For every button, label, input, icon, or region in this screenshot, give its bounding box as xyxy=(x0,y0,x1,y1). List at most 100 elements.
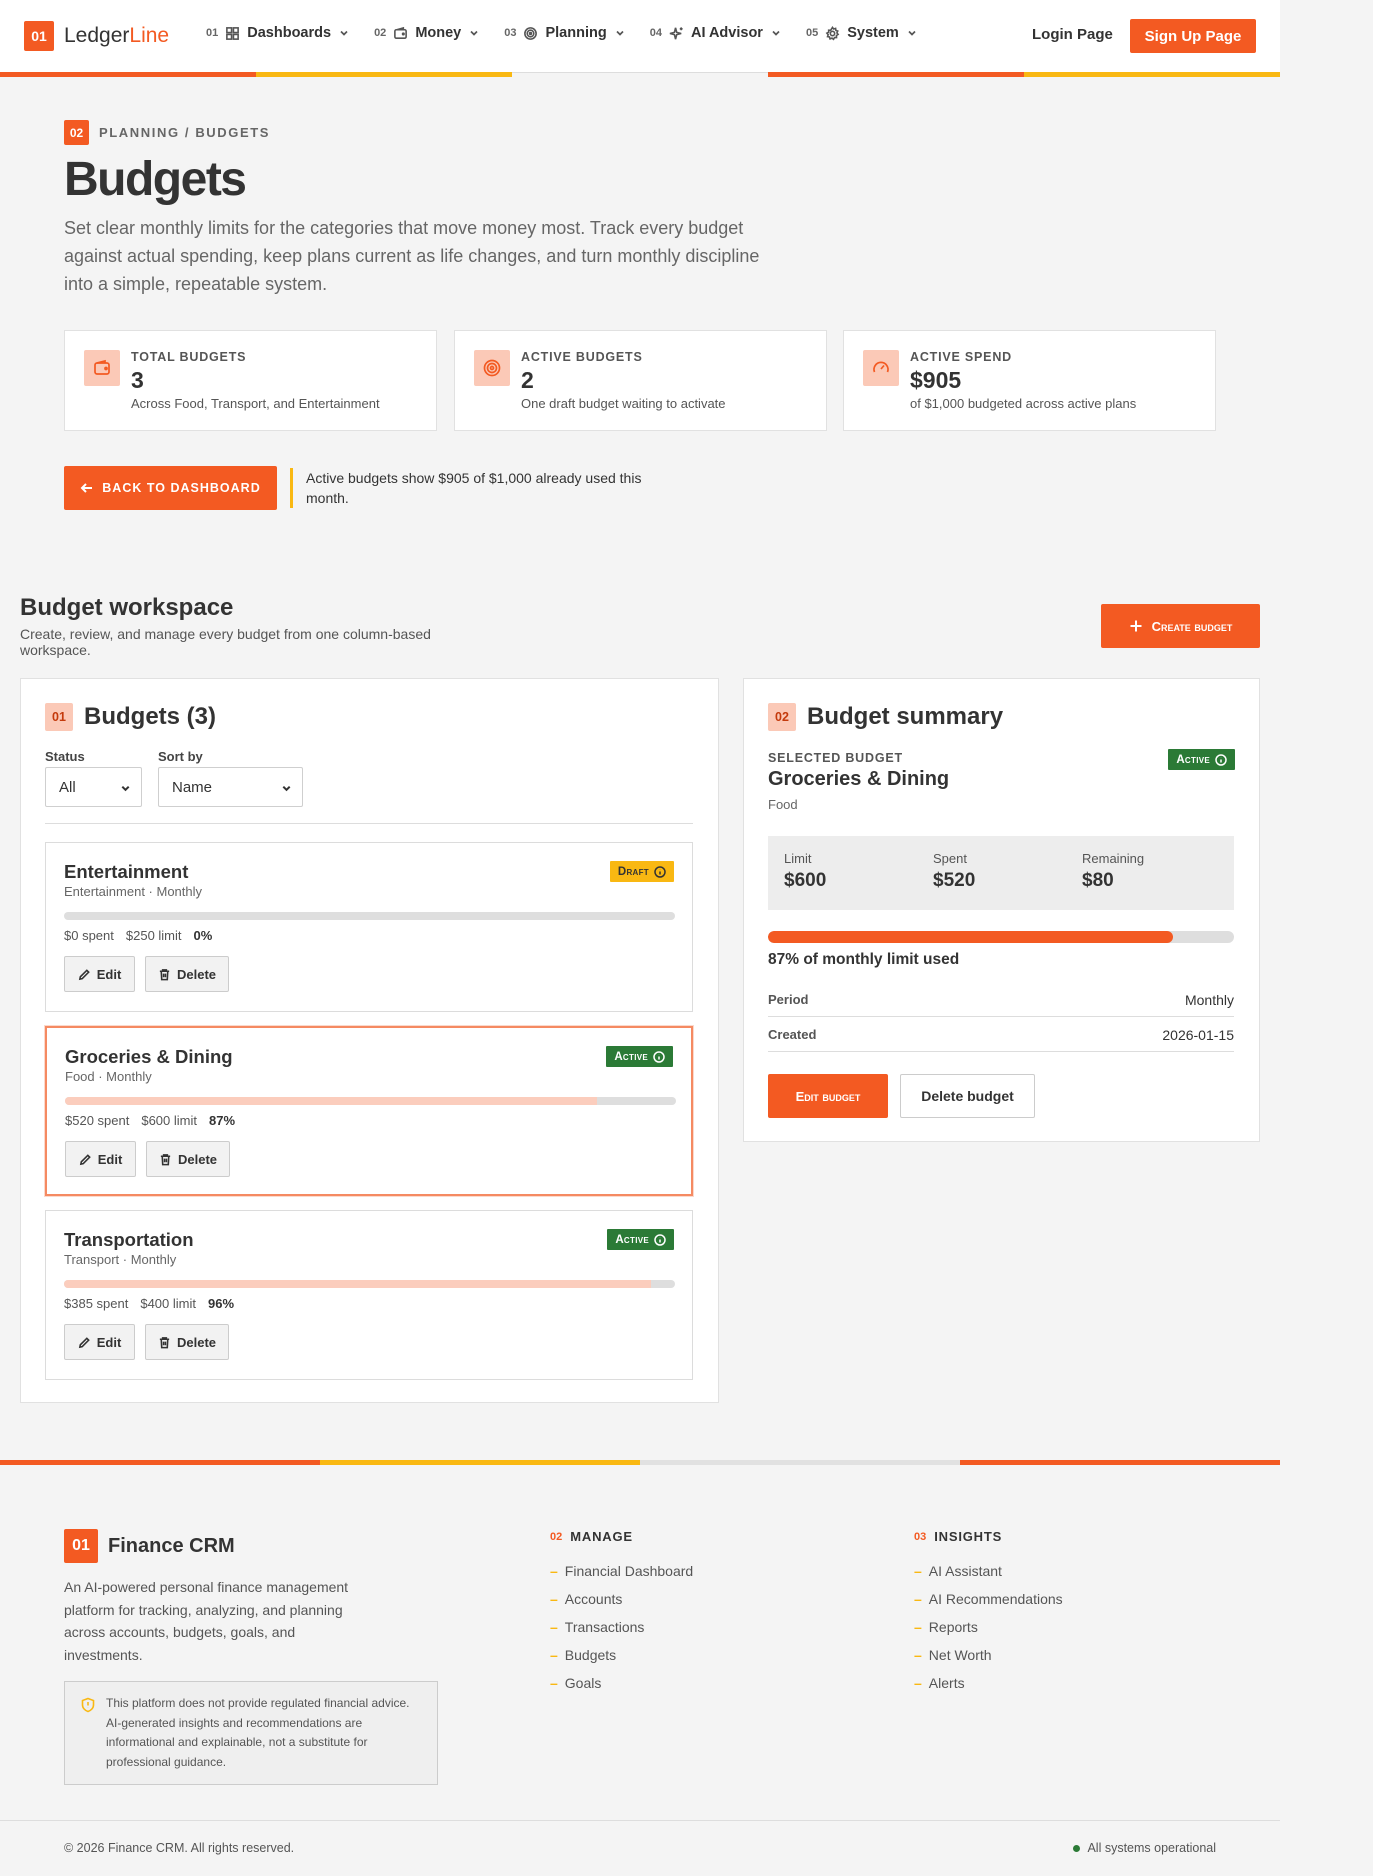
selected-budget-name: Groceries & Dining xyxy=(768,768,950,790)
delete-button[interactable]: Delete xyxy=(146,1141,230,1177)
footer-link-financial-dashboard[interactable]: – Financial Dashboard xyxy=(550,1557,693,1585)
footer-brand-name: Finance CRM xyxy=(108,1534,235,1557)
summary-limit: Limit $600 xyxy=(784,851,827,891)
trash-icon xyxy=(160,1153,171,1165)
budget-summary-panel: 02 Budget summary Active SELECTED BUDGET… xyxy=(743,678,1260,1142)
footer-link-reports[interactable]: – Reports xyxy=(914,1613,1063,1641)
sort-select[interactable]: Name xyxy=(158,767,303,807)
nav-ai-advisor[interactable]: 04 AI Advisor xyxy=(650,25,782,41)
info-icon xyxy=(654,1233,666,1246)
page: 01 LedgerLine 01 Dashboards 02 Money 03 … xyxy=(0,0,1280,1876)
footer-link-accounts[interactable]: – Accounts xyxy=(550,1585,693,1613)
chevron-down-icon xyxy=(772,30,780,36)
footer-insights-links: – AI Assistant – AI Recommendations – Repor… xyxy=(914,1557,1063,1697)
pencil-icon xyxy=(78,968,90,980)
selected-budget-category: Food xyxy=(768,797,798,812)
status-badge: Active xyxy=(1168,749,1235,770)
footer-description: An AI-powered personal finance managemen… xyxy=(64,1579,349,1663)
budget-numbers: $385 spent $400 limit 96% xyxy=(64,1296,235,1311)
workspace-subtitle: Create, review, and manage every budget … xyxy=(20,626,431,658)
panel-header: 01 Budgets (3) xyxy=(45,703,216,731)
footer-link-budgets[interactable]: – Budgets xyxy=(550,1641,693,1669)
grid-icon xyxy=(226,26,240,40)
summary-period-row: Period Monthly xyxy=(768,982,1234,1017)
target-icon xyxy=(474,350,510,386)
chevron-down-icon xyxy=(470,30,478,36)
top-navbar: 01 LedgerLine 01 Dashboards 02 Money 03 … xyxy=(0,0,1280,72)
delete-budget-button[interactable]: Delete budget xyxy=(900,1074,1035,1118)
signup-button[interactable]: Sign Up Page xyxy=(1130,19,1256,53)
footer-link-ai-recommendations[interactable]: – AI Recommendations xyxy=(914,1585,1063,1613)
summary-spent: Spent $520 xyxy=(933,851,976,891)
footer-link-ai-assistant[interactable]: – AI Assistant xyxy=(914,1557,1063,1585)
panel-title: Budgets (3) xyxy=(84,703,216,730)
create-budget-button[interactable]: Create budget xyxy=(1101,604,1260,648)
footer-link-transactions[interactable]: – Transactions xyxy=(550,1613,693,1641)
edit-button[interactable]: Edit xyxy=(65,1141,136,1177)
status-badge: Active xyxy=(606,1046,673,1067)
budget-name: Transportation xyxy=(64,1229,194,1250)
nav-system[interactable]: 05 System xyxy=(806,25,918,41)
footer-manage-links: – Financial Dashboard – Accounts – Transact… xyxy=(550,1557,693,1697)
chevron-down-icon xyxy=(616,30,624,36)
gauge-icon xyxy=(863,350,899,386)
delete-button[interactable]: Delete xyxy=(145,956,229,992)
edit-budget-button[interactable]: Edit budget xyxy=(768,1074,888,1118)
nav-planning[interactable]: 03 Planning xyxy=(504,25,625,41)
summary-progress-bar xyxy=(768,931,1234,943)
copyright: © 2026 Finance CRM. All rights reserved. xyxy=(64,1841,295,1855)
footer-link-alerts[interactable]: – Alerts xyxy=(914,1669,1063,1697)
footer-link-goals[interactable]: – Goals xyxy=(550,1669,693,1697)
delete-button[interactable]: Delete xyxy=(145,1324,229,1360)
budget-card-transportation[interactable]: Transportation Transport · Monthly Activ… xyxy=(45,1210,693,1380)
login-link[interactable]: Login Page xyxy=(1032,26,1113,43)
trash-icon xyxy=(159,968,170,980)
status-filter-select[interactable]: All xyxy=(45,767,142,807)
budgets-list-panel: 01 Budgets (3) Status All Sort by Name E… xyxy=(20,678,719,1403)
info-icon xyxy=(653,1050,665,1063)
budget-card-groceries-dining[interactable]: Groceries & Dining Food · Monthly Active… xyxy=(45,1026,693,1196)
breadcrumb: 02 PLANNING / BUDGETS xyxy=(64,120,270,145)
nav-dashboards[interactable]: 01 Dashboards xyxy=(206,25,350,41)
stat-active-spend: ACTIVE SPEND $905 of $1,000 budgeted acr… xyxy=(843,330,1216,431)
sparkles-icon xyxy=(669,26,683,39)
wallet-icon xyxy=(84,350,120,386)
spend-note: Active budgets show $905 of $1,000 alrea… xyxy=(290,468,660,508)
edit-button[interactable]: Edit xyxy=(64,1324,135,1360)
brand-number-badge: 01 xyxy=(24,21,54,51)
footer-link-net-worth[interactable]: – Net Worth xyxy=(914,1641,1063,1669)
summary-percent-used: 87% of monthly limit used xyxy=(768,951,960,968)
chevron-down-icon xyxy=(908,30,916,36)
footer-disclaimer: This platform does not provide regulated… xyxy=(64,1681,438,1785)
budget-progress-bar xyxy=(65,1097,676,1105)
sort-label: Sort by xyxy=(158,749,203,764)
shield-alert-icon xyxy=(81,1697,95,1713)
info-icon xyxy=(1215,753,1227,766)
pencil-icon xyxy=(78,1336,90,1348)
footer-insights-heading: 03 INSIGHTS xyxy=(914,1529,1003,1544)
footer-brand: 01 Finance CRM xyxy=(64,1529,235,1563)
budget-meta: Entertainment · Monthly xyxy=(64,884,203,899)
stat-total-budgets: TOTAL BUDGETS 3 Across Food, Transport, … xyxy=(64,330,437,431)
section-number-badge: 02 xyxy=(64,120,89,145)
brand-logo[interactable]: 01 LedgerLine xyxy=(24,21,169,51)
gear-icon xyxy=(825,25,840,40)
pencil-icon xyxy=(79,1153,91,1165)
progress-fill xyxy=(65,1097,597,1105)
chevron-down-icon xyxy=(282,785,291,792)
divider xyxy=(45,823,693,824)
budget-meta: Food · Monthly xyxy=(65,1069,152,1084)
budget-numbers: $520 spent $600 limit 87% xyxy=(65,1113,236,1128)
page-title: Budgets xyxy=(64,153,247,206)
panel-header: 02 Budget summary xyxy=(768,703,1003,731)
nav-money[interactable]: 02 Money xyxy=(374,25,480,41)
main-nav: 01 Dashboards 02 Money 03 Planning 04 AI… xyxy=(206,25,942,41)
wallet-icon xyxy=(394,26,408,39)
trash-icon xyxy=(159,1336,170,1348)
edit-button[interactable]: Edit xyxy=(64,956,135,992)
breadcrumb-text: PLANNING / BUDGETS xyxy=(99,125,271,140)
back-to-dashboard-button[interactable]: BACK TO DASHBOARD xyxy=(64,466,277,510)
budget-card-entertainment[interactable]: Entertainment Entertainment · Monthly Dr… xyxy=(45,842,693,1012)
summary-remaining: Remaining $80 xyxy=(1082,851,1145,891)
info-icon xyxy=(654,865,666,878)
